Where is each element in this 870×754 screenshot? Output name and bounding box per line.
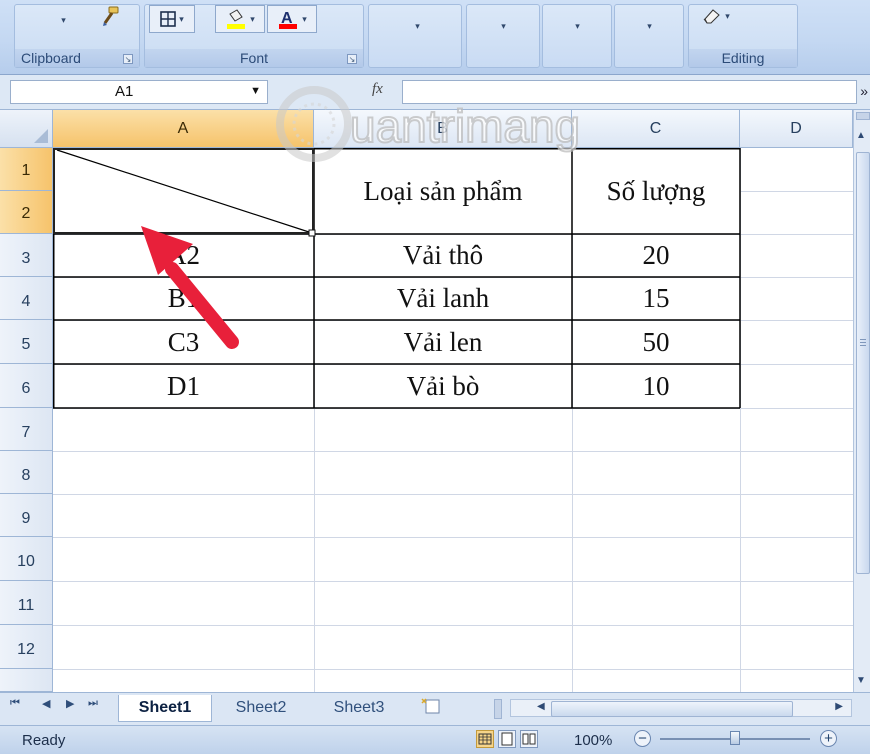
horizontal-scrollbar[interactable]: ◀ ▶ bbox=[510, 699, 852, 717]
clipboard-label: Clipboard bbox=[15, 49, 139, 67]
scroll-down-icon[interactable]: ▼ bbox=[856, 675, 866, 686]
ribbon: ▾ Clipboard ↘ ▾ ▾ A ▾ Font ↘ ▾ ▾ ▾ ▾ ▾ E… bbox=[0, 0, 870, 75]
zoom-level[interactable]: 100% bbox=[574, 732, 612, 749]
fill-dropdown-icon: ▾ bbox=[250, 13, 255, 24]
cells-group: ▾ bbox=[614, 4, 684, 68]
page-break-icon bbox=[522, 733, 536, 745]
page-break-view-button[interactable] bbox=[520, 730, 538, 748]
row-header-3[interactable]: 3 bbox=[0, 234, 53, 277]
tab-sheet1[interactable]: Sheet1 bbox=[118, 695, 212, 722]
insert-function-button[interactable]: fx bbox=[372, 81, 383, 98]
row-header-10[interactable]: 10 bbox=[0, 537, 53, 581]
normal-view-icon bbox=[478, 733, 492, 745]
row-header-12[interactable]: 12 bbox=[0, 625, 53, 669]
tab-sheet3[interactable]: Sheet3 bbox=[316, 695, 402, 721]
number-dropdown-icon[interactable]: ▾ bbox=[495, 15, 509, 37]
borders-dropdown-icon: ▾ bbox=[179, 13, 184, 24]
font-label: Font bbox=[145, 49, 363, 67]
page-layout-icon bbox=[501, 732, 513, 746]
column-headers: A B C D bbox=[0, 110, 870, 148]
row-header-11[interactable]: 11 bbox=[0, 581, 53, 625]
font-group: ▾ ▾ A ▾ Font ↘ bbox=[144, 4, 364, 68]
status-text: Ready bbox=[22, 732, 66, 749]
alignment-dropdown-icon[interactable]: ▾ bbox=[409, 15, 423, 37]
font-launcher-button[interactable]: ↘ bbox=[347, 54, 357, 64]
zoom-in-button[interactable]: + bbox=[820, 730, 837, 747]
font-color-icon: A bbox=[279, 10, 298, 29]
row-header-1[interactable]: 1 bbox=[0, 148, 53, 191]
horizontal-scroll-thumb[interactable] bbox=[551, 701, 793, 717]
cell-grid[interactable]: Loại sản phẩm Số lượng A2 Vải thô 20 B1 … bbox=[53, 148, 853, 692]
fill-handle bbox=[308, 229, 316, 237]
row-header-6[interactable]: 6 bbox=[0, 364, 53, 408]
last-sheet-icon[interactable]: ⏭ bbox=[88, 697, 98, 710]
styles-group: ▾ bbox=[542, 4, 612, 68]
prev-sheet-icon[interactable]: ◀ bbox=[42, 697, 50, 710]
column-header-a[interactable]: A bbox=[53, 110, 314, 148]
next-sheet-icon[interactable]: ▶ bbox=[66, 697, 74, 710]
scroll-left-icon[interactable]: ◀ bbox=[537, 701, 545, 712]
expand-formula-icon[interactable]: » bbox=[860, 83, 868, 99]
eraser-icon bbox=[703, 9, 720, 24]
dropdown-arrow-icon[interactable]: ▾ bbox=[55, 9, 69, 31]
zoom-out-button[interactable]: − bbox=[634, 730, 651, 747]
fill-color-icon bbox=[227, 9, 246, 29]
font-color-dropdown-icon: ▾ bbox=[302, 13, 307, 24]
scroll-right-icon[interactable]: ▶ bbox=[835, 701, 843, 712]
clipboard-launcher-button[interactable]: ↘ bbox=[123, 54, 133, 64]
column-header-b[interactable]: B bbox=[314, 110, 572, 148]
name-box[interactable]: A1 ▼ bbox=[10, 80, 268, 104]
styles-dropdown-icon[interactable]: ▾ bbox=[569, 15, 583, 37]
font-color-button[interactable]: A ▾ bbox=[267, 5, 317, 33]
zoom-slider-thumb[interactable] bbox=[730, 731, 740, 745]
alignment-group: ▾ bbox=[368, 4, 462, 68]
format-painter-button[interactable] bbox=[97, 5, 123, 27]
insert-sheet-button[interactable] bbox=[420, 697, 446, 715]
grip-icon bbox=[860, 339, 866, 340]
select-all-button[interactable] bbox=[0, 110, 53, 148]
row-header-2[interactable]: 2 bbox=[0, 191, 53, 234]
formula-input[interactable] bbox=[402, 80, 857, 104]
cells-dropdown-icon[interactable]: ▾ bbox=[641, 15, 655, 37]
row-header-13[interactable] bbox=[0, 669, 53, 692]
clear-dropdown-icon: ▾ bbox=[725, 10, 730, 21]
vertical-scroll-thumb[interactable] bbox=[856, 152, 870, 574]
clear-button[interactable]: ▾ bbox=[697, 5, 735, 27]
borders-icon bbox=[160, 11, 177, 27]
column-header-d[interactable]: D bbox=[740, 110, 853, 148]
first-sheet-icon[interactable]: ⏮ bbox=[10, 697, 20, 710]
normal-view-button[interactable] bbox=[476, 730, 494, 748]
row-header-7[interactable]: 7 bbox=[0, 408, 53, 451]
row-header-8[interactable]: 8 bbox=[0, 451, 53, 494]
status-bar: Ready 100% − + bbox=[0, 725, 870, 754]
number-group: ▾ bbox=[466, 4, 540, 68]
table-borders bbox=[53, 148, 741, 409]
editing-label: Editing bbox=[689, 49, 797, 67]
name-box-value: A1 bbox=[115, 83, 134, 100]
row-header-4[interactable]: 4 bbox=[0, 277, 53, 320]
diagonal-border bbox=[56, 149, 313, 234]
formula-bar: A1 ▼ fx » bbox=[0, 75, 870, 110]
vertical-scrollbar[interactable]: ▲ ▼ bbox=[853, 110, 870, 692]
name-box-dropdown-icon[interactable]: ▼ bbox=[250, 85, 261, 97]
column-header-c[interactable]: C bbox=[572, 110, 740, 148]
scroll-up-icon[interactable]: ▲ bbox=[856, 130, 866, 141]
split-box-icon[interactable] bbox=[856, 112, 870, 120]
row-header-5[interactable]: 5 bbox=[0, 320, 53, 364]
sheet-tab-bar: ⏮ ◀ ▶ ⏭ Sheet1 Sheet2 Sheet3 ◀ ▶ bbox=[0, 692, 870, 725]
page-layout-view-button[interactable] bbox=[498, 730, 516, 748]
borders-button[interactable]: ▾ bbox=[149, 5, 195, 33]
tab-split-icon[interactable] bbox=[494, 699, 502, 719]
insert-sheet-icon bbox=[421, 698, 440, 714]
clipboard-group: ▾ Clipboard ↘ bbox=[14, 4, 140, 68]
row-header-9[interactable]: 9 bbox=[0, 494, 53, 537]
tab-sheet2[interactable]: Sheet2 bbox=[218, 695, 304, 721]
editing-group: ▾ Editing bbox=[688, 4, 798, 68]
select-all-icon bbox=[34, 129, 48, 143]
format-painter-icon bbox=[103, 6, 119, 26]
fill-color-button[interactable]: ▾ bbox=[215, 5, 265, 33]
